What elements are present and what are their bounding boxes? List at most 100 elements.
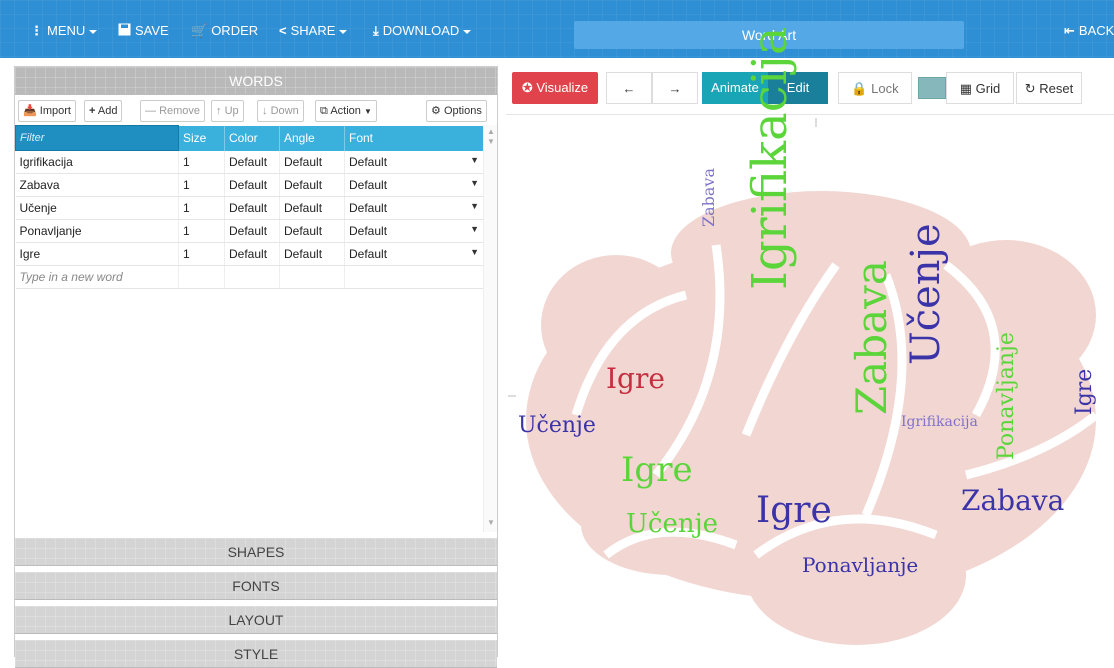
fonts-section-header[interactable]: FONTS [15,572,497,600]
cloud-word[interactable]: Zabava [699,168,718,227]
word-cell[interactable]: Zabava [15,173,179,197]
redo-arrow-icon: → [668,81,682,96]
download-icon: ⤓ [373,23,379,38]
angle-cell[interactable]: Default [279,196,345,220]
save-button[interactable]: SAVE [118,0,169,58]
words-panel: WORDS 📥 Import + Add — Remove ↑ Up ↓ Dow… [14,66,498,668]
undo-button[interactable]: ← [606,72,652,104]
down-button[interactable]: ↓ Down [257,100,304,122]
menu-button[interactable]: ⋮ MENU [30,0,98,58]
column-header-font[interactable]: Font [344,125,484,151]
vertical-scrollbar[interactable]: ▲ ▼ ▼ [483,125,497,532]
import-button[interactable]: 📥 Import [18,100,76,122]
share-button[interactable]: < SHARE [279,0,348,58]
color-cell[interactable]: Default [224,173,280,197]
back-button[interactable]: ⇤ BACK [1064,0,1114,58]
new-word-input[interactable]: Type in a new word [15,265,179,289]
sign-out-icon: ⇤ [1064,23,1075,38]
table-header-row: Filter Size Color Angle Font [15,125,484,151]
lock-button[interactable]: 🔒 Lock [838,72,912,104]
dropdown-arrow-icon[interactable]: ▼ [470,247,479,257]
angle-cell[interactable]: Default [279,219,345,243]
color-cell[interactable]: Default [224,242,280,266]
cloud-word[interactable]: Igre [606,365,665,393]
redo-button[interactable]: → [652,72,698,104]
angle-cell[interactable]: Default [279,150,345,174]
cloud-word[interactable]: Igrifikacija [901,415,978,429]
word-cell[interactable]: Ponavljanje [15,219,179,243]
magic-wand-icon: ✪ [521,80,533,95]
cloud-word[interactable]: Ponavljanje [994,332,1019,460]
add-button[interactable]: + Add [84,100,123,122]
font-cell[interactable]: Default ▼ [344,219,484,243]
size-cell[interactable]: 1 [178,196,225,220]
scroll-up-icon[interactable]: ▲ [487,127,495,136]
cloud-word[interactable]: Igrifikacija [742,27,798,290]
dropdown-arrow-icon[interactable]: ▼ [470,201,479,211]
caret-down-icon: ▼ [363,107,372,116]
cloud-word[interactable]: Učenje [518,415,596,437]
order-button[interactable]: 🛒 ORDER [191,0,258,58]
dropdown-arrow-icon[interactable]: ▼ [470,155,479,165]
angle-cell[interactable]: Default [279,242,345,266]
shapes-section-header[interactable]: SHAPES [15,538,497,566]
size-cell[interactable]: 1 [178,219,225,243]
table-row[interactable]: Zabava 1 Default Default Default ▼ [15,173,484,197]
grid-button[interactable]: ▦ Grid [946,72,1014,104]
action-button[interactable]: ⧉ Action ▼ [315,100,377,122]
style-section-header[interactable]: STYLE [15,640,497,668]
scroll-down-icon[interactable]: ▼ [487,137,495,146]
dropdown-arrow-icon[interactable]: ▼ [470,224,479,234]
color-cell[interactable]: Default [224,150,280,174]
cloud-word[interactable]: Igre [756,493,832,529]
cloud-word[interactable]: Učenje [903,223,949,365]
table-row[interactable]: Igrifikacija 1 Default Default Default ▼ [15,150,484,174]
column-header-size[interactable]: Size [178,125,225,151]
font-cell[interactable]: Default ▼ [344,173,484,197]
size-cell[interactable]: 1 [178,242,225,266]
plus-icon: + [89,105,96,117]
color-swatch[interactable] [918,77,946,99]
words-section-header[interactable]: WORDS [15,67,497,95]
remove-button[interactable]: — Remove [140,100,206,122]
cloud-word[interactable]: Učenje [626,511,718,537]
word-cloud-canvas[interactable]: Igrifikacija Zabava Učenje Igre Igre Uče… [506,27,1114,657]
download-button[interactable]: ⤓ DOWNLOAD [373,0,472,58]
cloud-word[interactable]: Ponavljanje [802,555,918,575]
dropdown-arrow-icon[interactable]: ▼ [470,178,479,188]
up-button[interactable]: ↑ Up [211,100,244,122]
word-cell[interactable]: Igre [15,242,179,266]
table-row[interactable]: Ponavljanje 1 Default Default Default ▼ [15,219,484,243]
table-row[interactable]: Učenje 1 Default Default Default ▼ [15,196,484,220]
options-button[interactable]: ⚙ Options [426,100,487,122]
cloud-word[interactable]: Zabava [847,260,896,415]
word-cell[interactable]: Učenje [15,196,179,220]
canvas-panel: ✪ Visualize ← → Animate Edit 🔒 Lock ▦ Gr… [506,27,1114,657]
collapsed-sections: SHAPES FONTS LAYOUT STYLE [15,538,497,668]
cloud-word[interactable]: Igre [1072,369,1097,415]
new-word-row[interactable]: Type in a new word [15,265,484,289]
column-header-angle[interactable]: Angle [279,125,345,151]
size-cell[interactable]: 1 [178,150,225,174]
font-cell[interactable]: Default ▼ [344,196,484,220]
size-cell[interactable]: 1 [178,173,225,197]
scroll-down-icon[interactable]: ▼ [487,518,495,527]
cloud-word[interactable]: Zabava [961,487,1064,515]
word-cell[interactable]: Igrifikacija [15,150,179,174]
color-cell[interactable]: Default [224,196,280,220]
table-row[interactable]: Igre 1 Default Default Default ▼ [15,242,484,266]
font-cell[interactable]: Default ▼ [344,242,484,266]
filter-input[interactable]: Filter [15,125,179,151]
import-icon: 📥 [23,105,37,117]
caret-down-icon [463,29,472,34]
font-cell[interactable]: Default ▼ [344,150,484,174]
visualize-button[interactable]: ✪ Visualize [512,72,598,104]
cloud-word[interactable]: Igre [621,453,693,487]
angle-cell[interactable]: Default [279,173,345,197]
color-cell[interactable]: Default [224,219,280,243]
reset-button[interactable]: ↻ Reset [1016,72,1082,104]
layout-section-header[interactable]: LAYOUT [15,606,497,634]
column-header-color[interactable]: Color [224,125,280,151]
empty-cell [279,265,345,289]
share-icon: < [279,23,287,38]
